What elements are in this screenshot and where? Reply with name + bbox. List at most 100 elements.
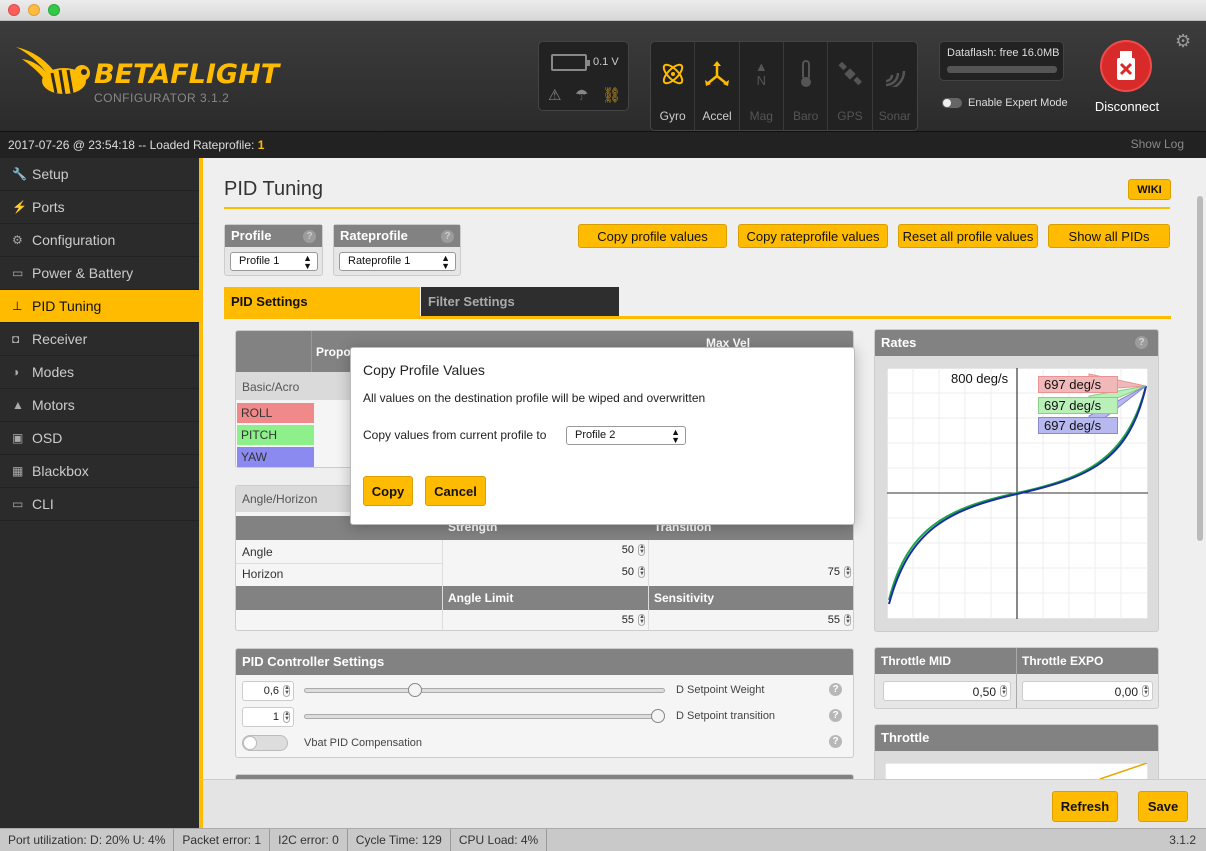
copy-profile-dialog: Copy Profile Values All values on the de… xyxy=(350,347,855,525)
setpoint-transition-slider-track[interactable] xyxy=(304,714,665,719)
copy-rateprofile-values-button[interactable]: Copy rateprofile values xyxy=(738,224,888,248)
window-titlebar xyxy=(0,0,1206,21)
sidebar-item-blackbox[interactable]: ▦ Blackbox xyxy=(0,455,199,488)
setpoint-transition-input[interactable]: 1 ▲ ▼ xyxy=(242,707,294,727)
angle-strength-input[interactable]: 50 ▲ ▼ xyxy=(443,541,648,561)
select-arrows-icon: ▲ ▼ xyxy=(671,427,680,445)
setpoint-transition-slider-thumb[interactable] xyxy=(651,709,665,723)
sidebar-item-ports[interactable]: ⚡ Ports xyxy=(0,191,199,224)
spinner-icon[interactable]: ▲ ▼ xyxy=(1000,685,1007,697)
rateprofile-selector: Rateprofile? Rateprofile 1 ▲ ▼ xyxy=(333,224,461,276)
destination-profile-select[interactable]: Profile 2 ▲ ▼ xyxy=(566,426,686,445)
spinner-icon[interactable]: ▲ ▼ xyxy=(844,614,851,626)
sensor-gyro: Gyro xyxy=(651,42,696,130)
zoom-window-button[interactable] xyxy=(48,4,60,16)
dialog-message: All values on the destination profile wi… xyxy=(363,391,706,405)
sidebar-item-power-battery[interactable]: ▭ Power & Battery xyxy=(0,257,199,290)
scrollbar-thumb[interactable] xyxy=(1197,196,1203,541)
spinner-icon[interactable]: ▲ ▼ xyxy=(638,544,645,556)
spinner-icon[interactable]: ▲ ▼ xyxy=(1142,685,1149,697)
sidebar-item-cli[interactable]: ▭ CLI xyxy=(0,488,199,521)
yaw-rate-badge: 697 deg/s xyxy=(1038,417,1118,434)
help-icon[interactable]: ? xyxy=(829,735,842,748)
sensor-label: Mag xyxy=(749,109,773,123)
log-text: 2017-07-26 @ 23:54:18 -- Loaded Rateprof… xyxy=(8,138,258,152)
angle-limit-value: 55 xyxy=(621,614,634,626)
help-icon[interactable]: ? xyxy=(1135,336,1148,349)
receiver-icon: ◘ xyxy=(12,332,20,346)
spinner-icon[interactable]: ▲ ▼ xyxy=(638,614,645,626)
gps-icon xyxy=(828,54,871,94)
horizon-strength-input[interactable]: 50 ▲ ▼ xyxy=(443,563,648,583)
sidebar-item-receiver[interactable]: ◘ Receiver xyxy=(0,323,199,356)
spinner-icon[interactable]: ▲ ▼ xyxy=(638,566,645,578)
profile-select[interactable]: Profile 1 ▲ ▼ xyxy=(230,252,318,271)
show-log-link[interactable]: Show Log xyxy=(1131,137,1184,151)
setpoint-weight-input[interactable]: 0,6 ▲ ▼ xyxy=(242,681,294,701)
throttle-mid-input[interactable]: 0,50 ▲ ▼ xyxy=(883,681,1011,701)
close-window-button[interactable] xyxy=(8,4,20,16)
app-logo-title: BETAFLIGHT xyxy=(94,59,280,90)
save-button[interactable]: Save xyxy=(1138,791,1188,822)
expert-mode-toggle[interactable]: Enable Expert Mode xyxy=(942,97,1068,109)
plug-icon: ⚡ xyxy=(12,200,27,214)
column-divider xyxy=(442,540,443,630)
vbat-compensation-toggle[interactable] xyxy=(242,735,288,751)
pitch-rate-badge: 697 deg/s xyxy=(1038,397,1118,414)
tab-divider xyxy=(224,316,1171,319)
rateprofile-select[interactable]: Rateprofile 1 ▲ ▼ xyxy=(339,252,456,271)
sidebar-item-label: Ports xyxy=(32,199,65,215)
reset-all-profile-values-button[interactable]: Reset all profile values xyxy=(898,224,1038,248)
sensor-sonar: Sonar xyxy=(873,42,917,130)
pid-controller-title: PID Controller Settings xyxy=(242,654,385,669)
disconnect-button[interactable]: Disconnect xyxy=(1090,38,1164,118)
usb-disconnect-icon xyxy=(1100,40,1152,92)
sensor-baro: Baro xyxy=(784,42,829,130)
dialog-cancel-button[interactable]: Cancel xyxy=(425,476,486,506)
sidebar-item-configuration[interactable]: ⚙ Configuration xyxy=(0,224,199,257)
help-icon[interactable]: ? xyxy=(303,230,316,243)
angle-strength-value: 50 xyxy=(621,544,634,556)
sidebar-item-setup[interactable]: 🔧 Setup xyxy=(0,158,199,191)
tab-filter-settings[interactable]: Filter Settings xyxy=(421,287,619,317)
profile-label: Profile xyxy=(231,228,272,243)
tab-pid-settings[interactable]: PID Settings xyxy=(224,287,420,317)
help-icon[interactable]: ? xyxy=(441,230,454,243)
spinner-icon[interactable]: ▲ ▼ xyxy=(283,685,290,697)
horizon-transition-input[interactable]: 75 ▲ ▼ xyxy=(649,563,853,583)
content-scrollbar[interactable] xyxy=(1194,158,1206,779)
sidebar-item-pid-tuning[interactable]: ⊥ PID Tuning xyxy=(0,290,199,323)
settings-gear-icon[interactable]: ⚙ xyxy=(1175,31,1191,52)
sidebar-item-modes[interactable]: ◑ Modes xyxy=(0,356,199,389)
setpoint-weight-slider-thumb[interactable] xyxy=(408,683,423,697)
sidebar-item-motors[interactable]: ▲ Motors xyxy=(0,389,199,422)
expert-mode-switch[interactable] xyxy=(942,98,962,108)
setpoint-weight-slider-track[interactable] xyxy=(304,688,665,693)
sidebar-item-label: OSD xyxy=(32,430,63,446)
profile-header: Profile? xyxy=(225,225,322,247)
spinner-icon[interactable]: ▲ ▼ xyxy=(844,566,851,578)
throttle-chart-header: Throttle xyxy=(875,725,1158,751)
dialog-copy-button[interactable]: Copy xyxy=(363,476,413,506)
title-divider xyxy=(224,207,1170,209)
angle-limit-input[interactable]: 55 ▲ ▼ xyxy=(443,611,648,630)
throttle-expo-input[interactable]: 0,00 ▲ ▼ xyxy=(1022,681,1153,701)
show-all-pids-button[interactable]: Show all PIDs xyxy=(1048,224,1170,248)
sidebar-item-label: CLI xyxy=(32,496,54,512)
disconnect-label: Disconnect xyxy=(1094,99,1160,114)
sidebar-item-osd[interactable]: ▣ OSD xyxy=(0,422,199,455)
refresh-button[interactable]: Refresh xyxy=(1052,791,1118,822)
log-bar: 2017-07-26 @ 23:54:18 -- Loaded Rateprof… xyxy=(0,131,1206,158)
destination-profile-value: Profile 2 xyxy=(575,429,616,441)
sensitivity-input[interactable]: 55 ▲ ▼ xyxy=(649,611,853,630)
minimize-window-button[interactable] xyxy=(28,4,40,16)
app-header: BETAFLIGHT CONFIGURATOR 3.1.2 0.1 V ⚠ ☂ … xyxy=(0,21,1206,131)
sensor-label: Accel xyxy=(702,109,732,123)
spinner-icon[interactable]: ▲ ▼ xyxy=(283,711,290,723)
help-icon[interactable]: ? xyxy=(829,709,842,722)
throttle-settings-panel: Throttle MID Throttle EXPO 0,50 ▲ ▼ 0,00 ▲ ▼ xyxy=(874,647,1159,709)
wiki-button[interactable]: WIKI xyxy=(1128,179,1171,200)
copy-profile-values-button[interactable]: Copy profile values xyxy=(578,224,727,248)
help-icon[interactable]: ? xyxy=(829,683,842,696)
row-pitch: PITCH xyxy=(237,425,314,445)
